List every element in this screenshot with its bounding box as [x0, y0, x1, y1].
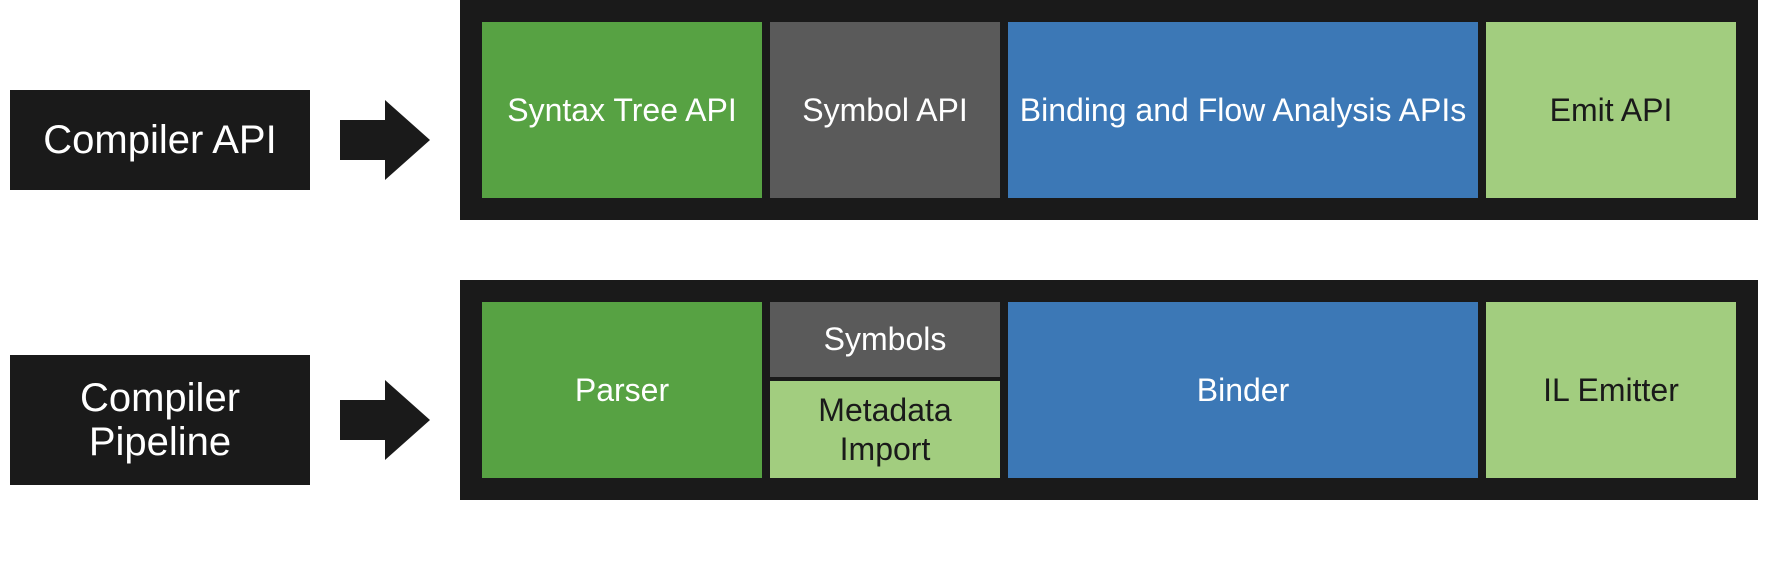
arrow-icon	[340, 100, 430, 180]
stage-parser: Parser	[482, 302, 762, 478]
stage-il-emitter: IL Emitter	[1486, 302, 1736, 478]
stage-binder: Binder	[1008, 302, 1478, 478]
row-compiler-api: Compiler API Syntax Tree API Symbol API …	[0, 0, 1758, 220]
stage-symbol-api: Symbol API	[770, 22, 1000, 198]
row-compiler-pipeline: Compiler Pipeline Parser Symbols Metadat…	[0, 280, 1758, 500]
stage-binding-flow-api: Binding and Flow Analysis APIs	[1008, 22, 1478, 198]
arrow-icon	[340, 380, 430, 460]
stage-emit-api: Emit API	[1486, 22, 1736, 198]
stage-symbols-metadata-stack: Symbols Metadata Import	[770, 302, 1000, 478]
label-compiler-pipeline: Compiler Pipeline	[10, 355, 310, 485]
api-stage-container: Syntax Tree API Symbol API Binding and F…	[460, 0, 1758, 220]
stage-metadata-import: Metadata Import	[770, 381, 1000, 478]
stage-symbols: Symbols	[770, 302, 1000, 377]
label-compiler-api: Compiler API	[10, 90, 310, 190]
pipeline-stage-container: Parser Symbols Metadata Import Binder IL…	[460, 280, 1758, 500]
stage-syntax-tree-api: Syntax Tree API	[482, 22, 762, 198]
